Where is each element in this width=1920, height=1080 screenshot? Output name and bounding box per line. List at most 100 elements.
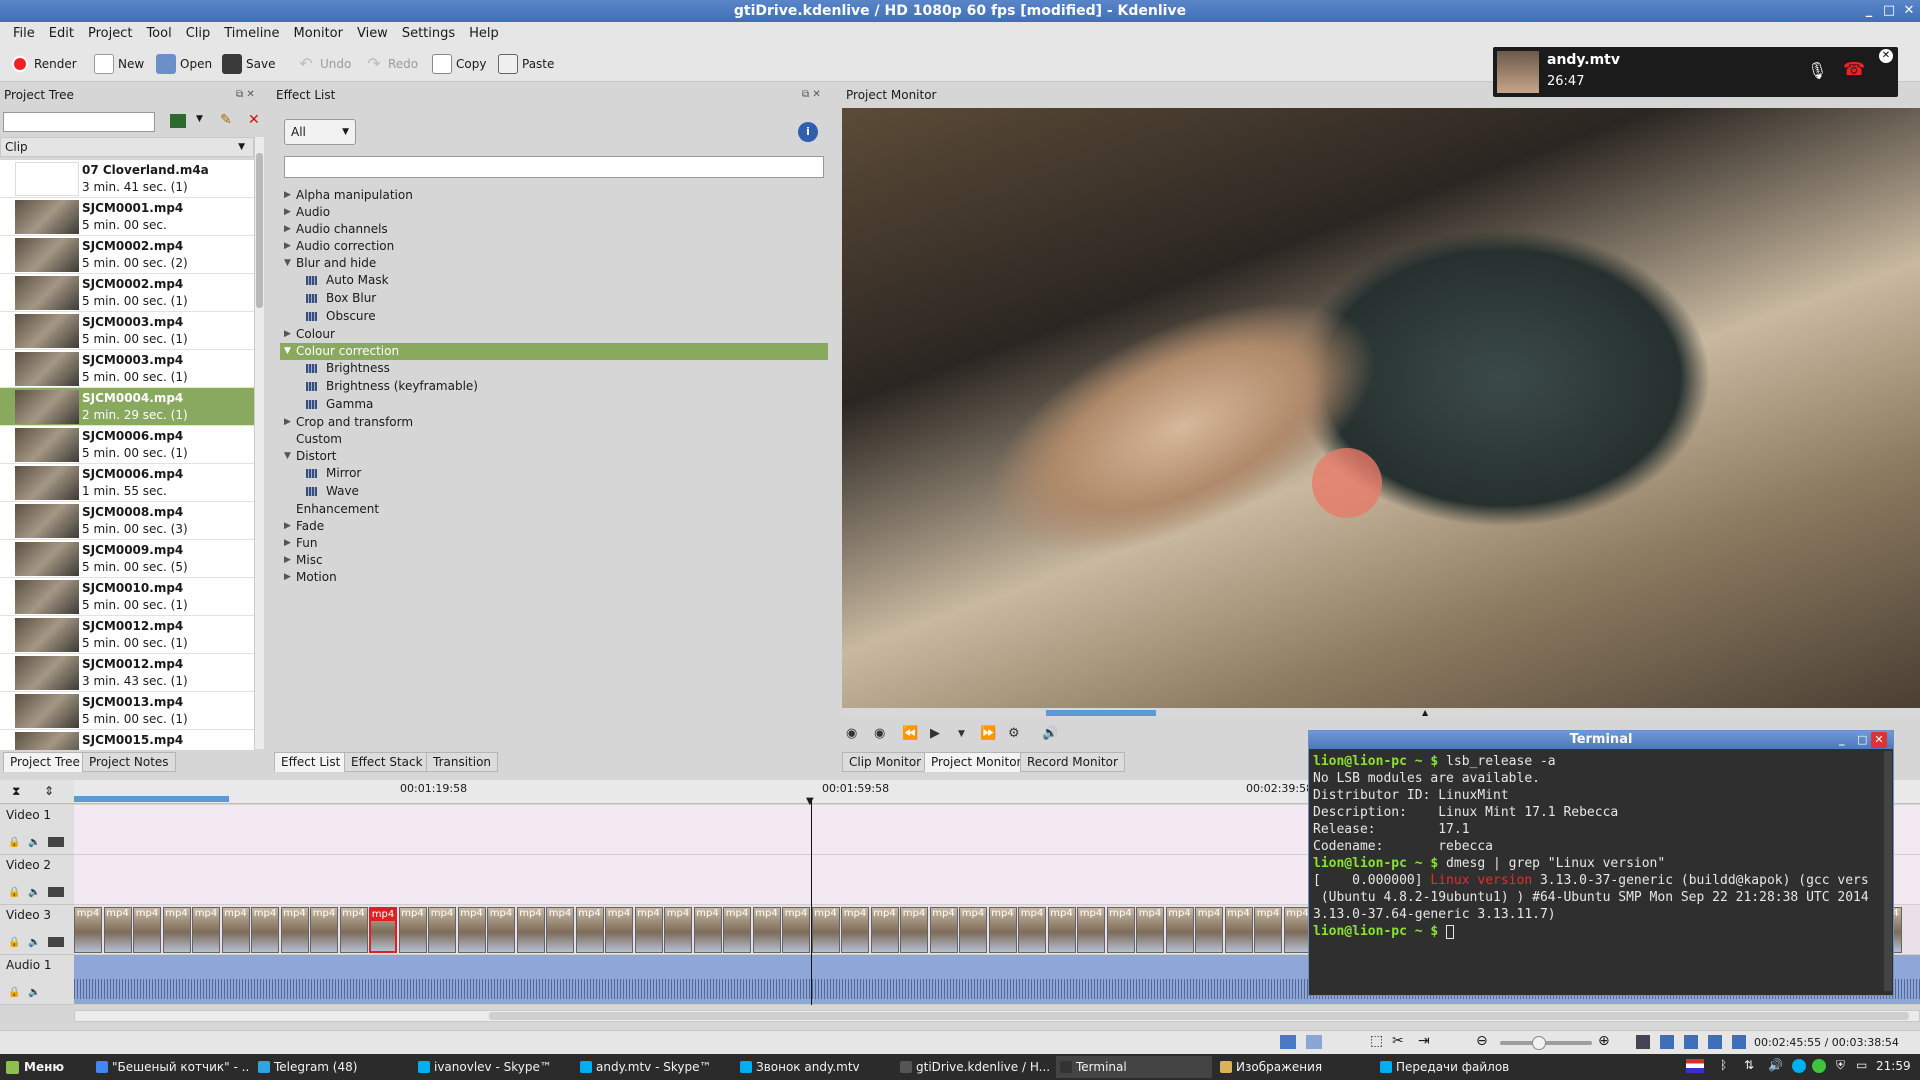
edit-clip-icon[interactable]: ✎ — [220, 112, 232, 128]
menu-tool[interactable]: Tool — [139, 22, 178, 46]
shield-icon[interactable]: ⛨ — [1836, 1058, 1845, 1073]
zoom-slider[interactable] — [1500, 1036, 1592, 1050]
task-call-andy[interactable]: Звонок andy.mtv — [736, 1056, 892, 1078]
effect-category[interactable]: ▶ Fun — [280, 535, 828, 552]
timeline-clip[interactable]: mp4 — [988, 907, 1017, 953]
minimize-icon[interactable]: _ — [1839, 731, 1845, 749]
project-tree-search-input[interactable] — [3, 112, 155, 132]
clip-row[interactable]: SJCM0010.mp4 5 min. 00 sec. (1) — [0, 578, 254, 616]
effect-item[interactable]: Auto Mask — [280, 272, 828, 289]
timeline-clip[interactable]: mp4 — [1195, 907, 1223, 953]
save-button[interactable]: Save — [220, 52, 275, 76]
hang-up-icon[interactable]: ☎ — [1843, 59, 1865, 80]
terminal-scrollbar[interactable] — [1884, 751, 1892, 991]
forward-icon[interactable]: ⏩ — [980, 726, 996, 741]
keyboard-layout-icon[interactable] — [1686, 1059, 1704, 1073]
video-toggle-icon[interactable] — [48, 937, 64, 947]
timeline-clip[interactable]: mp4 — [929, 907, 958, 953]
timeline-clip[interactable]: mp4 — [605, 907, 633, 953]
timeline-clip[interactable]: mp4 — [398, 907, 427, 953]
new-button[interactable]: New — [92, 52, 144, 76]
effect-category[interactable]: Enhancement — [280, 501, 828, 518]
paste-button[interactable]: Paste — [496, 52, 554, 76]
mute-icon[interactable]: 🔈 — [28, 937, 40, 948]
collapsed-arrow-icon[interactable]: ▶ — [284, 414, 291, 431]
scrollbar-thumb[interactable] — [256, 153, 263, 308]
set-zone-end-icon[interactable]: ◉ — [874, 726, 885, 741]
timeline-clip[interactable]: mp4 — [192, 907, 220, 953]
timeline-clip[interactable]: mp4 — [251, 907, 279, 953]
effect-category[interactable]: Custom — [280, 431, 828, 448]
lock-icon[interactable]: 🔒 — [8, 837, 20, 848]
clip-row[interactable]: SJCM0009.mp4 5 min. 00 sec. (5) — [0, 540, 254, 578]
timeline-clip[interactable]: mp4 — [1047, 907, 1076, 953]
volume-icon[interactable]: 🔊 — [1042, 726, 1058, 741]
scrollbar-thumb[interactable] — [489, 1012, 1909, 1020]
volume-tray-icon[interactable]: 🔊 — [1768, 1058, 1783, 1072]
tab-clip-monitor[interactable]: Clip Monitor — [842, 752, 929, 772]
delete-clip-icon[interactable]: ✕ — [248, 112, 260, 128]
tab-project-tree[interactable]: Project Tree — [3, 752, 87, 772]
timeline-clip[interactable]: mp4 — [516, 907, 545, 953]
video-toggle-icon[interactable] — [48, 887, 64, 897]
effect-category[interactable]: ▶ Misc — [280, 552, 828, 569]
open-button[interactable]: Open — [154, 52, 212, 76]
timeline-clip[interactable]: mp4 — [74, 907, 102, 953]
markers-icon[interactable] — [1732, 1035, 1746, 1049]
video-preview[interactable] — [842, 108, 1920, 708]
timeline-horizontal-scrollbar[interactable] — [74, 1010, 1920, 1022]
menu-clip[interactable]: Clip — [179, 22, 218, 46]
clip-row[interactable]: SJCM0006.mp4 1 min. 55 sec. — [0, 464, 254, 502]
timeline-clip[interactable]: mp4 — [1136, 907, 1164, 953]
effect-category[interactable]: ▶ Fade — [280, 518, 828, 535]
razor-tool-icon[interactable]: ✂ — [1392, 1033, 1404, 1049]
menu-timeline[interactable]: Timeline — [217, 22, 286, 46]
bluetooth-icon[interactable]: ᛒ — [1720, 1058, 1727, 1072]
timeline-clip[interactable]: mp4 — [1224, 907, 1253, 953]
clip-row[interactable]: SJCM0012.mp4 5 min. 00 sec. (1) — [0, 616, 254, 654]
timeline-clip[interactable]: mp4 — [1018, 907, 1046, 953]
clip-row[interactable]: SJCM0001.mp4 5 min. 00 sec. — [0, 198, 254, 236]
timeline-clip[interactable]: mp4 — [1165, 907, 1194, 953]
timeline-clip[interactable]: mp4 — [1077, 907, 1105, 953]
collapse-tracks-icon[interactable]: ⧗ — [12, 784, 20, 799]
view-mode-icon[interactable] — [1280, 1035, 1296, 1049]
render-button[interactable]: Render — [8, 52, 77, 76]
timeline-clip[interactable]: mp4 — [1254, 907, 1282, 953]
network-icon[interactable]: ⇅ — [1744, 1058, 1754, 1072]
collapsed-arrow-icon[interactable]: ▶ — [284, 518, 291, 535]
menu-file[interactable]: File — [6, 22, 42, 46]
play-options-chevron-icon[interactable]: ▼ — [958, 729, 965, 739]
set-zone-start-icon[interactable]: ◉ — [846, 726, 857, 741]
effect-item[interactable]: Gamma — [280, 396, 828, 413]
lock-icon[interactable]: 🔒 — [8, 987, 20, 998]
tab-transition[interactable]: Transition — [426, 752, 499, 772]
tab-effect-stack[interactable]: Effect Stack — [344, 752, 430, 772]
effect-item[interactable]: Mirror — [280, 465, 828, 482]
project-tree-scrollbar[interactable] — [254, 137, 264, 749]
clip-row[interactable]: SJCM0002.mp4 5 min. 00 sec. (2) — [0, 236, 254, 274]
call-notification[interactable]: andy.mtv 26:47 🎙 ☎ ✕ — [1493, 47, 1898, 97]
split-view-icon[interactable] — [1660, 1035, 1674, 1049]
effect-category[interactable]: ▼ Blur and hide — [280, 255, 828, 272]
effect-category[interactable]: ▶ Colour — [280, 326, 828, 343]
timeline-clip[interactable]: mp4 — [280, 907, 309, 953]
timeline-clip[interactable]: mp4 — [841, 907, 869, 953]
collapsed-arrow-icon[interactable]: ▶ — [284, 552, 291, 569]
timeline-clip[interactable]: mp4 — [339, 907, 368, 953]
tab-record-monitor[interactable]: Record Monitor — [1020, 752, 1125, 772]
maximize-icon[interactable]: □ — [1857, 731, 1867, 749]
clip-row[interactable]: SJCM0013.mp4 5 min. 00 sec. (1) — [0, 692, 254, 730]
video-thumbs-icon[interactable] — [1684, 1035, 1698, 1049]
audio-thumbs-icon[interactable] — [1708, 1035, 1722, 1049]
video-toggle-icon[interactable] — [48, 837, 64, 847]
expanded-arrow-icon[interactable]: ▼ — [284, 343, 291, 360]
clip-row[interactable]: SJCM0006.mp4 5 min. 00 sec. (1) — [0, 426, 254, 464]
timeline-clip[interactable]: mp4 — [723, 907, 751, 953]
panel-float-icon[interactable]: ⧉ ✕ — [802, 89, 821, 103]
redo-button[interactable]: ↷ Redo — [362, 52, 418, 76]
clip-row[interactable]: SJCM0015.mp4 — [0, 730, 254, 750]
collapsed-arrow-icon[interactable]: ▶ — [284, 569, 291, 586]
effect-category[interactable]: ▼ Colour correction — [280, 343, 828, 360]
terminal-window[interactable]: Terminal _ □ ✕ lion@lion-pc ~ $ lsb_rele… — [1308, 730, 1894, 996]
